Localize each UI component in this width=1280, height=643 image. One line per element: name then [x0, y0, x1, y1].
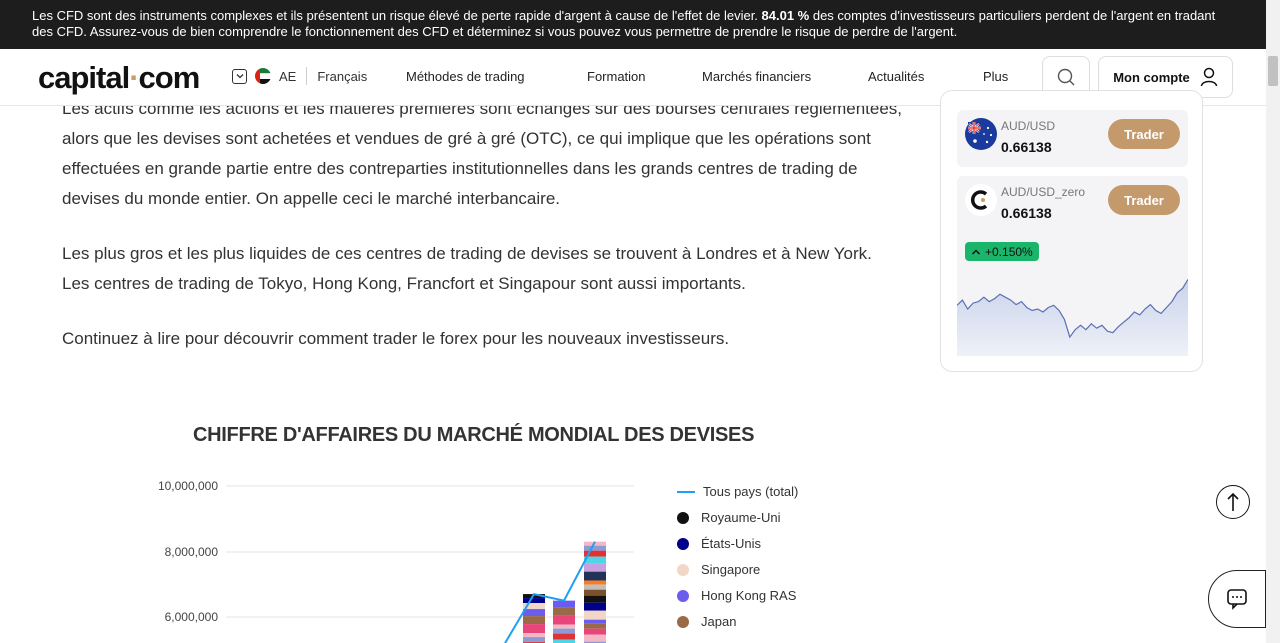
instrument-price: 0.66138	[1001, 205, 1052, 221]
bar-segment	[584, 571, 606, 581]
bar-segment	[584, 545, 606, 551]
legend-swatch	[677, 615, 689, 628]
bar-segment	[553, 615, 575, 625]
arrow-up-icon	[1227, 492, 1239, 511]
bar-segment	[523, 633, 545, 638]
bar-segment	[553, 639, 575, 643]
scrollbar-thumb[interactable]	[1268, 56, 1278, 86]
legend-swatch	[677, 589, 689, 602]
legend-swatch	[677, 563, 689, 576]
legend-item-total: Tous pays (total)	[677, 484, 798, 499]
legend-item-singapore: Singapore	[677, 562, 760, 577]
search-icon	[1057, 68, 1075, 86]
forex-turnover-chart	[226, 485, 634, 643]
bar-segment	[523, 616, 545, 625]
nav-more[interactable]: Plus	[983, 69, 1008, 84]
user-icon	[1200, 67, 1218, 87]
price-change-value: +0.150%	[985, 244, 1033, 259]
legend-item-us: États-Unis	[677, 536, 761, 551]
price-sparkline-chart	[957, 279, 1188, 356]
bar-segment	[523, 624, 545, 634]
legend-label: Japan	[701, 614, 737, 629]
bar-segment	[584, 584, 606, 590]
instrument-symbol: AUD/USD_zero	[1001, 185, 1086, 199]
banner-percent: 84.01 %	[761, 8, 810, 23]
bar-segment	[584, 628, 606, 635]
bar-segment	[553, 600, 575, 608]
page-scrollbar[interactable]	[1266, 0, 1280, 643]
trade-button[interactable]: Trader	[1108, 119, 1180, 149]
instrument-card-aud-usd[interactable]: AUD/USD 0.66138 Trader	[957, 110, 1188, 167]
legend-line-swatch	[677, 490, 695, 493]
instrument-price: 0.66138	[1001, 139, 1052, 155]
bar-segment	[584, 623, 606, 629]
bar-segment	[553, 628, 575, 634]
legend-label: États-Unis	[701, 536, 761, 551]
arrow-up-icon	[971, 248, 981, 255]
bar-segment	[584, 589, 606, 596]
legend-swatch	[677, 511, 689, 524]
bar-segment	[523, 609, 545, 617]
bar-segment	[584, 610, 606, 620]
instrument-symbol: AUD/USD	[1001, 119, 1056, 133]
bar-segment	[584, 580, 606, 585]
capital-com-logo-icon	[965, 184, 997, 216]
legend-item-hong-kong: Hong Kong RAS	[677, 588, 796, 603]
sparkline-area	[957, 279, 1188, 356]
legend-label: Royaume-Uni	[701, 510, 781, 525]
legend-swatch	[677, 537, 689, 550]
legend-item-japan: Japan	[677, 614, 736, 629]
account-label: Mon compte	[1113, 69, 1190, 85]
scroll-to-top-button[interactable]	[1216, 485, 1250, 519]
bar-segment	[553, 624, 575, 629]
bar-segment	[584, 619, 606, 624]
bar-segment	[584, 634, 606, 642]
total-line-series	[504, 541, 596, 643]
legend-label: Tous pays (total)	[703, 484, 799, 499]
legend-item-uk: Royaume-Uni	[677, 510, 780, 525]
bar-segment	[523, 598, 545, 604]
price-change-badge: +0.150%	[965, 242, 1039, 261]
trade-button[interactable]: Trader	[1108, 185, 1180, 215]
chat-icon	[1227, 589, 1247, 610]
bar-segment	[584, 595, 606, 603]
bar-segment	[584, 602, 606, 611]
bar-segment	[584, 563, 606, 572]
chat-button[interactable]	[1208, 570, 1266, 628]
bar-segment	[553, 607, 575, 616]
bar-segment	[523, 637, 545, 643]
nav-markets[interactable]: Marchés financiers	[702, 69, 811, 84]
australia-flag-icon	[965, 118, 997, 150]
legend-label: Singapore	[701, 562, 761, 577]
nav-news[interactable]: Actualités	[868, 69, 924, 84]
legend-label: Hong Kong RAS	[701, 588, 797, 603]
bar-segment	[553, 633, 575, 640]
instrument-card-aud-usd-zero[interactable]: AUD/USD_zero 0.66138 Trader +0.150%	[957, 176, 1188, 356]
instrument-widget: AUD/USD 0.66138 Trader AUD/USD_zero 0.66…	[940, 90, 1203, 372]
